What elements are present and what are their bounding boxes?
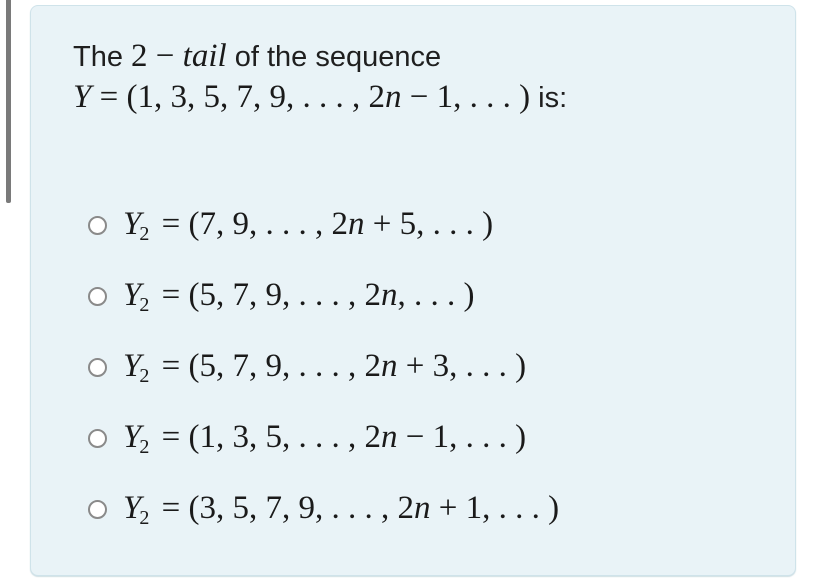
- question-suffix: of the sequence: [226, 41, 442, 73]
- math-number: 2: [131, 38, 148, 74]
- option-3[interactable]: Y2 = (5, 7, 9, . . . , 2n + 3, . . . ): [87, 332, 559, 403]
- option-math: = (3, 5, 7, 9, . . . , 2: [153, 489, 414, 526]
- math-operator: −: [147, 38, 183, 74]
- option-math-end: + 1, . . . ): [430, 489, 560, 526]
- answer-options: Y2 = (7, 9, . . . , 2n + 5, . . . ) Y2 =…: [87, 190, 559, 545]
- option-1[interactable]: Y2 = (7, 9, . . . , 2n + 5, . . . ): [87, 190, 559, 261]
- option-label[interactable]: Y2 = (1, 3, 5, . . . , 2n − 1, . . . ): [123, 419, 526, 459]
- question-text: The 2 − tail of the sequence Y = (1, 3, …: [73, 36, 567, 118]
- option-label[interactable]: Y2 = (7, 9, . . . , 2n + 5, . . . ): [123, 206, 493, 246]
- radio-button[interactable]: [88, 500, 107, 519]
- option-n: n: [347, 205, 365, 242]
- question-end: is:: [530, 82, 568, 114]
- option-math: = (7, 9, . . . , 2: [153, 205, 348, 242]
- option-label[interactable]: Y2 = (3, 5, 7, 9, . . . , 2n + 1, . . . …: [123, 490, 559, 530]
- radio-button[interactable]: [88, 287, 107, 306]
- radio-button[interactable]: [88, 358, 107, 377]
- option-subscript: 2: [139, 293, 150, 316]
- option-subscript: 2: [139, 222, 150, 245]
- option-n: n: [413, 489, 431, 526]
- sequence-n: n: [384, 79, 402, 115]
- option-5[interactable]: Y2 = (3, 5, 7, 9, . . . , 2n + 1, . . . …: [87, 474, 559, 545]
- option-subscript: 2: [139, 506, 150, 529]
- option-n: n: [380, 276, 398, 313]
- sequence-definition: = (1, 3, 5, 7, 9, . . . , 2: [91, 79, 385, 115]
- option-subscript: 2: [139, 435, 150, 458]
- option-math-end: + 5, . . . ): [364, 205, 494, 242]
- option-math-end: − 1, . . . ): [397, 418, 527, 455]
- option-n: n: [380, 418, 398, 455]
- question-prefix: The: [73, 41, 132, 73]
- radio-button[interactable]: [88, 216, 107, 235]
- question-line-1: The 2 − tail of the sequence: [73, 36, 567, 77]
- option-math: = (5, 7, 9, . . . , 2: [153, 276, 381, 313]
- option-math: = (1, 3, 5, . . . , 2: [153, 418, 381, 455]
- option-math-end: , . . . ): [397, 276, 475, 313]
- math-word-tail: tail: [182, 38, 227, 74]
- option-4[interactable]: Y2 = (1, 3, 5, . . . , 2n − 1, . . . ): [87, 403, 559, 474]
- option-subscript: 2: [139, 364, 150, 387]
- option-math-end: + 3, . . . ): [397, 347, 527, 384]
- scrollbar-thumb[interactable]: [6, 0, 11, 203]
- option-label[interactable]: Y2 = (5, 7, 9, . . . , 2n + 3, . . . ): [123, 348, 526, 388]
- option-label[interactable]: Y2 = (5, 7, 9, . . . , 2n, . . . ): [123, 277, 474, 317]
- question-card: The 2 − tail of the sequence Y = (1, 3, …: [30, 5, 796, 576]
- option-n: n: [380, 347, 398, 384]
- question-line-2: Y = (1, 3, 5, 7, 9, . . . , 2n − 1, . . …: [73, 77, 567, 118]
- radio-button[interactable]: [88, 429, 107, 448]
- option-2[interactable]: Y2 = (5, 7, 9, . . . , 2n, . . . ): [87, 261, 559, 332]
- sequence-variable: Y: [73, 79, 92, 115]
- option-math: = (5, 7, 9, . . . , 2: [153, 347, 381, 384]
- sequence-definition-end: − 1, . . . ): [401, 79, 531, 115]
